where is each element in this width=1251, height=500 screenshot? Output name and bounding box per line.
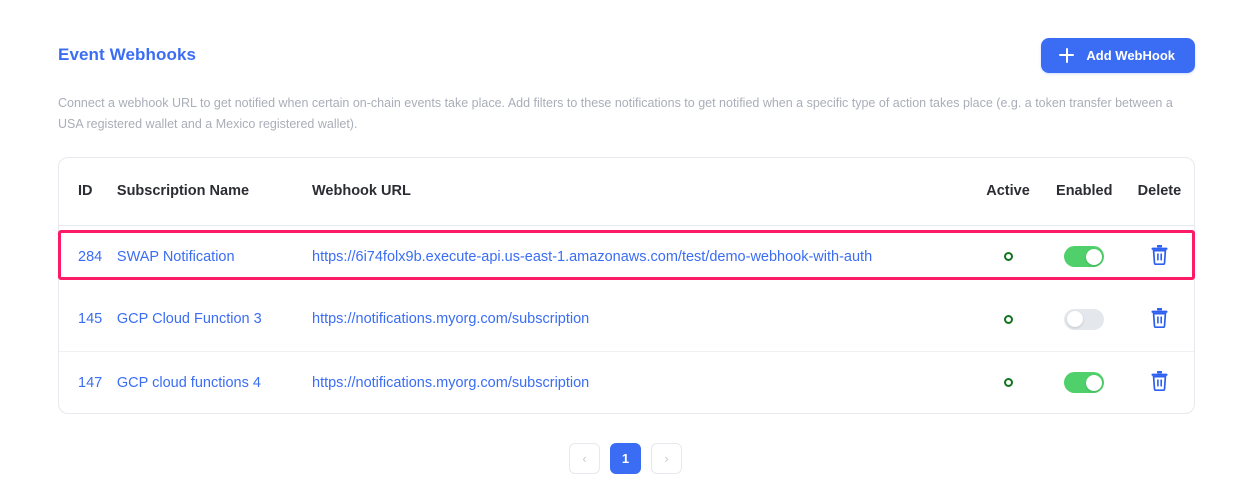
cell-enabled[interactable] [1044,351,1125,414]
webhooks-table-card: ID Subscription Name Webhook URL Active … [58,157,1195,414]
column-header-name: Subscription Name [116,158,312,226]
column-header-enabled: Enabled [1043,158,1125,226]
table-row[interactable]: 145 GCP Cloud Function 3 https://notific… [59,288,1194,352]
pagination-prev-button[interactable]: ‹ [569,443,600,474]
enabled-toggle[interactable] [1064,308,1105,330]
active-status-icon [1003,378,1013,388]
table-header: ID Subscription Name Webhook URL Active … [59,158,1194,226]
page-title: Event Webhooks [58,45,197,64]
delete-row-button[interactable] [1150,244,1169,268]
cell-delete[interactable] [1124,288,1194,352]
delete-row-button[interactable] [1150,370,1169,394]
cell-delete[interactable] [1125,351,1194,414]
table-row[interactable]: 284 SWAP Notification https://6i74folx9b… [59,225,1194,288]
toggle-knob [1085,248,1102,265]
table-row[interactable]: 147 GCP cloud functions 4 https://notifi… [59,351,1194,414]
add-webhook-label: Add WebHook [1086,47,1175,63]
cell-id: 145 [59,288,117,352]
active-status-icon [1003,252,1013,262]
toggle-knob [1085,374,1102,391]
page-description: Connect a webhook URL to get notified wh… [58,96,1173,131]
cell-id: 284 [78,248,103,265]
trash-icon [1150,370,1169,394]
pagination: ‹ 1 › [0,443,1251,474]
enabled-toggle[interactable] [1064,246,1105,268]
cell-active [972,351,1043,414]
cell-name[interactable]: SWAP Notification [117,225,312,288]
trash-icon [1150,244,1169,268]
cell-url[interactable]: https://6i74folx9b.execute-api.us-east-1… [312,225,972,288]
pagination-page-1-button[interactable]: 1 [610,443,641,474]
cell-name[interactable]: GCP Cloud Function 3 [116,288,312,352]
column-header-id: ID [59,158,117,226]
add-webhook-button[interactable]: Add WebHook [1041,37,1195,73]
active-status-icon [1003,314,1013,324]
cell-name[interactable]: GCP cloud functions 4 [117,351,312,414]
cell-delete[interactable] [1125,225,1194,288]
trash-icon [1150,307,1169,331]
enabled-toggle[interactable] [1064,372,1105,394]
cell-enabled[interactable] [1044,225,1125,288]
column-header-active: Active [972,158,1044,226]
webhooks-table: ID Subscription Name Webhook URL Active … [59,158,1194,414]
cell-active [972,288,1044,352]
page-header: Event Webhooks Add WebHook [58,37,1195,73]
plus-icon [1059,47,1075,63]
cell-url[interactable]: https://notifications.myorg.com/subscrip… [312,351,972,414]
cell-enabled[interactable] [1043,288,1125,352]
column-header-url: Webhook URL [312,158,973,226]
table-body: 284 SWAP Notification https://6i74folx9b… [59,225,1194,414]
table-header-row: ID Subscription Name Webhook URL Active … [59,158,1194,226]
column-header-delete: Delete [1124,158,1194,226]
toggle-knob [1066,311,1083,328]
delete-row-button[interactable] [1150,307,1169,331]
cell-active [972,225,1043,288]
webhooks-page: Event Webhooks Add WebHook Connect a web… [0,0,1251,500]
pagination-next-button[interactable]: › [651,443,682,474]
cell-url[interactable]: https://notifications.myorg.com/subscrip… [312,288,973,352]
cell-id: 147 [78,374,103,391]
